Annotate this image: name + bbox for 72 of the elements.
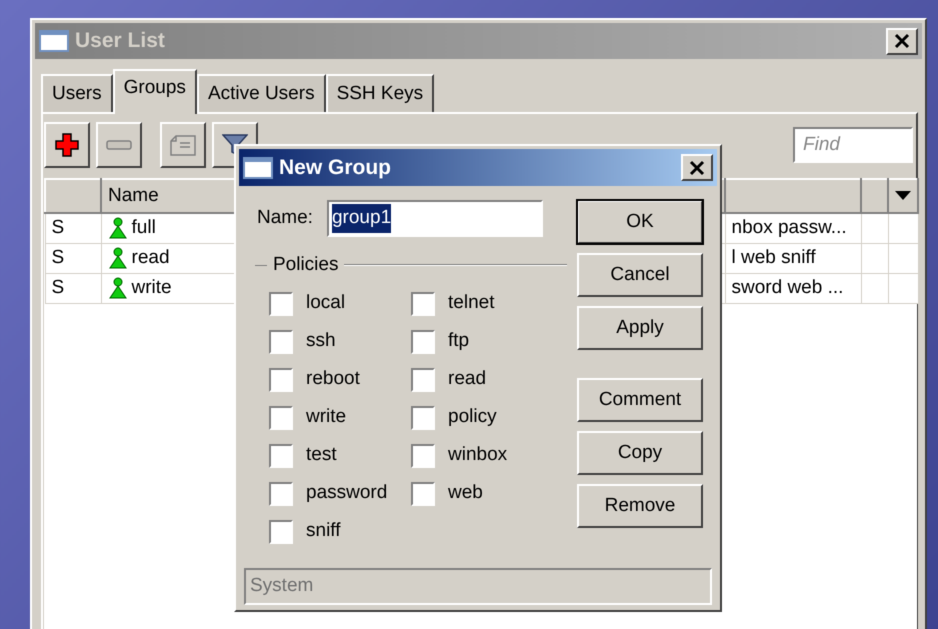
column-header[interactable]	[45, 179, 101, 213]
column-header[interactable]	[861, 179, 888, 213]
checkbox-label: web	[448, 481, 483, 506]
checkbox-label: test	[306, 443, 337, 468]
checkbox[interactable]	[269, 482, 293, 506]
person-icon	[108, 217, 128, 240]
status-field: System	[244, 568, 712, 605]
table-cell: S	[45, 243, 101, 273]
group-name: write	[132, 276, 172, 300]
close-button[interactable]	[886, 28, 918, 54]
checkbox-label: winbox	[448, 443, 508, 468]
dialog-title: New Group	[279, 154, 392, 181]
remove-button[interactable]	[96, 122, 142, 168]
field-label: Name:	[257, 206, 313, 230]
close-icon	[689, 160, 705, 176]
checkbox[interactable]	[269, 444, 293, 468]
name-field[interactable]: group1	[326, 200, 543, 237]
dialog-button[interactable]: Copy	[577, 431, 703, 475]
checkbox[interactable]	[269, 292, 293, 316]
note-icon	[170, 134, 196, 156]
checkbox[interactable]	[411, 368, 435, 392]
checkbox-label: local	[306, 291, 346, 316]
tab[interactable]: SSH Keys	[326, 74, 434, 112]
checkbox[interactable]	[269, 330, 293, 354]
group-name: full	[132, 216, 156, 240]
window-icon	[243, 156, 273, 178]
checkbox[interactable]	[411, 444, 435, 468]
tab[interactable]: Users	[41, 74, 113, 112]
tab[interactable]: Active Users	[196, 74, 326, 112]
close-button[interactable]	[681, 154, 713, 181]
table-cell: S	[45, 213, 101, 243]
checkbox[interactable]	[411, 330, 435, 354]
comment-button[interactable]	[160, 122, 206, 168]
person-icon	[108, 277, 128, 299]
dialog-button[interactable]: Apply	[577, 306, 703, 350]
person-icon	[108, 247, 128, 269]
checkbox-label: reboot	[306, 367, 360, 392]
add-button[interactable]	[44, 122, 90, 168]
dialog-button[interactable]: Cancel	[577, 253, 703, 297]
dialog-button[interactable]: Remove	[577, 484, 703, 528]
checkbox-label: sniff	[306, 519, 341, 544]
checkbox-label: write	[306, 405, 346, 430]
checkbox-label: password	[306, 481, 388, 506]
dropdown-arrow-icon	[895, 191, 911, 200]
close-icon	[894, 33, 910, 49]
checkbox[interactable]	[411, 292, 435, 316]
table-cell: S	[45, 273, 101, 303]
dialog-button[interactable]: Comment	[577, 378, 703, 422]
tab[interactable]: Groups	[112, 69, 197, 114]
table-cell: nbox passw...	[725, 213, 861, 243]
window-icon	[39, 30, 69, 52]
column-menu-button[interactable]	[888, 179, 918, 213]
checkbox[interactable]	[411, 482, 435, 506]
checkbox-label: read	[448, 367, 486, 392]
checkbox[interactable]	[269, 520, 293, 544]
checkbox-label: telnet	[448, 291, 494, 316]
checkbox-label: ssh	[306, 329, 336, 354]
remove-icon	[106, 139, 132, 151]
column-header[interactable]	[725, 179, 861, 213]
checkbox[interactable]	[269, 368, 293, 392]
window-title: User List	[75, 28, 165, 54]
checkbox-label: ftp	[448, 329, 470, 354]
checkbox-label: policy	[448, 405, 497, 430]
add-icon	[54, 132, 80, 158]
checkbox[interactable]	[269, 406, 293, 430]
group-label: Policies	[273, 253, 338, 277]
table-cell: sword web ...	[725, 273, 861, 303]
dialog-button[interactable]: OK	[577, 200, 703, 244]
checkbox[interactable]	[411, 406, 435, 430]
find-field[interactable]: Find	[793, 127, 913, 163]
table-cell: l web sniff	[725, 243, 861, 273]
group-name: read	[132, 246, 170, 270]
